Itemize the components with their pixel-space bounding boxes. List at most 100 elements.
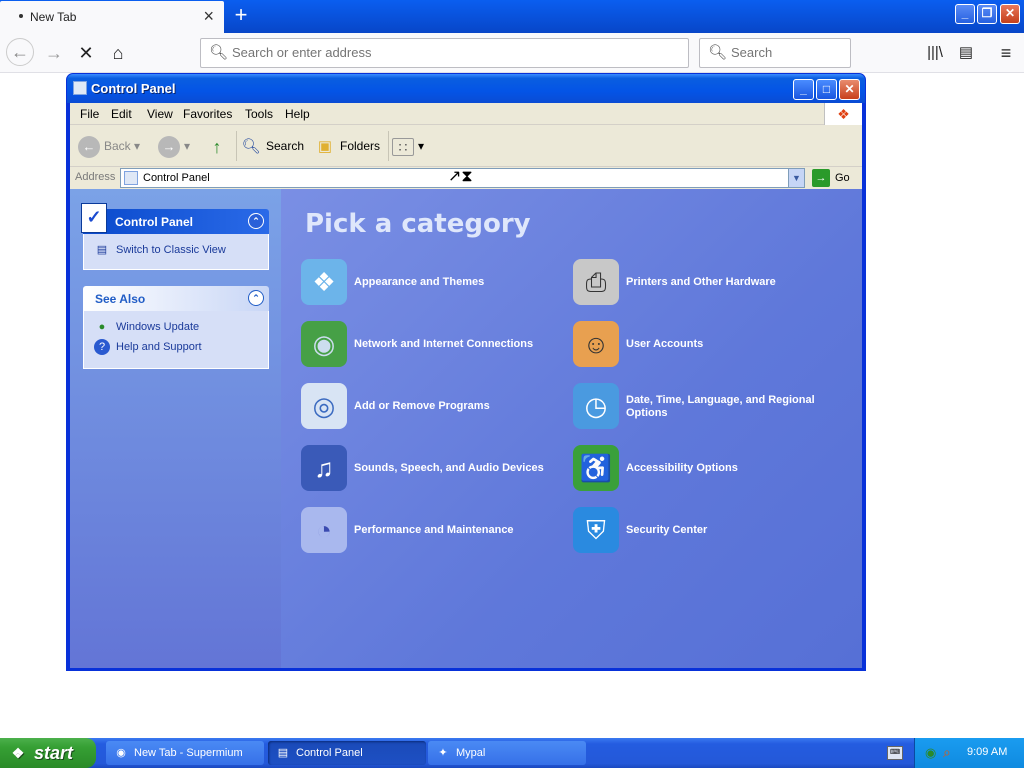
back-icon[interactable]: ← bbox=[6, 38, 34, 66]
start-label: start bbox=[34, 743, 74, 763]
taskbar-item-control-panel[interactable]: ▤ Control Panel bbox=[268, 741, 426, 765]
system-tray: ⌨ ◉ ⌕ 9:09 AM bbox=[887, 738, 1024, 768]
toolbar-views-button[interactable]: ∷ ▾ bbox=[392, 134, 424, 158]
search-input[interactable] bbox=[731, 45, 841, 60]
control-panel-icon: ▤ bbox=[277, 747, 289, 759]
search-bar[interactable]: 🔍︎ bbox=[699, 38, 851, 68]
category-add-remove-programs[interactable]: ◎ Add or Remove Programs bbox=[301, 383, 571, 433]
sidebar-icon[interactable]: ▤ bbox=[952, 40, 980, 66]
window-titlebar[interactable]: Control Panel _ □ ✕ bbox=[67, 74, 865, 103]
menu-favorites[interactable]: Favorites bbox=[183, 107, 232, 121]
go-button[interactable]: → Go bbox=[812, 168, 858, 188]
start-button[interactable]: ❖ start bbox=[0, 738, 96, 768]
category-label: Add or Remove Programs bbox=[354, 400, 490, 412]
toolbar-back-button[interactable]: ← Back ▾ bbox=[78, 134, 140, 158]
chevron-down-icon[interactable]: ▼ bbox=[788, 169, 804, 187]
windows-update-link[interactable]: ● Windows Update bbox=[94, 319, 258, 339]
task-label: Control Panel bbox=[296, 747, 363, 759]
stop-icon[interactable]: ✕ bbox=[72, 40, 100, 66]
category-appearance-themes[interactable]: ❖ Appearance and Themes bbox=[301, 259, 571, 309]
taskbar-item-new-tab[interactable]: ◉ New Tab - Supermium bbox=[106, 741, 264, 765]
task-label: Mypal bbox=[456, 747, 486, 759]
category-network-internet[interactable]: ◉ Network and Internet Connections bbox=[301, 321, 571, 371]
search-icon: 🔍︎ bbox=[209, 44, 229, 61]
maximize-button[interactable]: □ bbox=[816, 79, 837, 100]
category-sounds-speech-audio[interactable]: ♫ Sounds, Speech, and Audio Devices bbox=[301, 445, 571, 495]
appearance-icon: ❖ bbox=[301, 259, 347, 305]
category-printers-hardware[interactable]: ⎙ Printers and Other Hardware bbox=[573, 259, 843, 309]
add-remove-icon: ◎ bbox=[301, 383, 347, 429]
tab-new-tab[interactable]: New Tab × bbox=[0, 1, 224, 33]
category-user-accounts[interactable]: ☺ User Accounts bbox=[573, 321, 843, 371]
keyboard-icon[interactable]: ⌨ bbox=[887, 746, 903, 760]
tab-close-icon[interactable]: × bbox=[203, 6, 214, 26]
category-date-time-language[interactable]: ◷ Date, Time, Language, and Regional Opt… bbox=[573, 383, 843, 433]
menu-bar: File Edit View Favorites Tools Help ❖ bbox=[70, 103, 862, 125]
classic-view-icon: ▤ bbox=[96, 244, 108, 256]
windows-flag-icon: ❖ bbox=[11, 745, 25, 761]
menu-edit[interactable]: Edit bbox=[111, 107, 132, 121]
category-security-center[interactable]: ⛨ Security Center bbox=[573, 507, 843, 557]
menu-tools[interactable]: Tools bbox=[245, 107, 273, 121]
task-label: New Tab - Supermium bbox=[134, 747, 243, 759]
hamburger-menu-icon[interactable]: ≡ bbox=[992, 40, 1020, 66]
browser-tab-strip: New Tab × + _ ❐ ✕ bbox=[0, 0, 1024, 33]
go-label: Go bbox=[835, 172, 850, 184]
menu-help[interactable]: Help bbox=[285, 107, 310, 121]
category-performance-maintenance[interactable]: ◔ Performance and Maintenance bbox=[301, 507, 571, 557]
back-arrow-icon: ← bbox=[78, 135, 100, 158]
control-panel-section: ✓ Control Panel ⌃ ▤ Switch to Classic Vi… bbox=[81, 203, 269, 270]
toolbar-separator bbox=[388, 131, 389, 161]
toolbar-folders-button[interactable]: ▣ Folders bbox=[314, 134, 380, 158]
back-label: Back bbox=[104, 139, 131, 153]
control-panel-check-icon: ✓ bbox=[81, 203, 107, 233]
browser-close-button[interactable]: ✕ bbox=[1000, 4, 1020, 24]
window-title: Control Panel bbox=[91, 81, 176, 96]
toolbar-separator bbox=[236, 131, 237, 161]
accessibility-icon: ♿ bbox=[573, 445, 619, 491]
toolbar-search-button[interactable]: 🔍︎ Search bbox=[240, 134, 304, 158]
toolbar-forward-button[interactable]: → ▾ bbox=[158, 134, 190, 158]
magnifier-icon: 🔍︎ bbox=[241, 137, 261, 155]
forward-arrow-icon: → bbox=[158, 135, 180, 158]
mypal-icon: ✦ bbox=[438, 747, 448, 759]
network-tray-icon[interactable]: ◉ bbox=[925, 745, 936, 761]
library-icon[interactable]: |||\ bbox=[921, 40, 949, 66]
section-body: ● Windows Update ? Help and Support bbox=[83, 311, 269, 369]
search-tray-icon[interactable]: ⌕ bbox=[943, 744, 951, 761]
close-button[interactable]: ✕ bbox=[839, 79, 860, 100]
search-label: Search bbox=[266, 139, 305, 153]
toolbar-up-button[interactable]: ↑ bbox=[206, 134, 232, 158]
help-and-support-link[interactable]: ? Help and Support bbox=[94, 339, 258, 359]
folder-icon: ▣ bbox=[317, 137, 333, 155]
date-time-icon: ◷ bbox=[573, 383, 619, 429]
menu-view[interactable]: View bbox=[147, 107, 173, 121]
browser-minimize-button[interactable]: _ bbox=[955, 4, 975, 24]
switch-classic-view-link[interactable]: ▤ Switch to Classic View bbox=[94, 242, 258, 262]
loading-dot-icon bbox=[19, 14, 23, 18]
new-tab-button[interactable]: + bbox=[229, 3, 253, 29]
collapse-chevron-icon[interactable]: ⌃ bbox=[248, 213, 264, 229]
control-panel-icon bbox=[124, 171, 138, 185]
taskbar-item-mypal[interactable]: ✦ Mypal bbox=[428, 741, 586, 765]
category-accessibility[interactable]: ♿ Accessibility Options bbox=[573, 445, 843, 495]
home-icon[interactable]: ⌂ bbox=[104, 40, 132, 66]
performance-icon: ◔ bbox=[301, 507, 347, 553]
section-body: ▤ Switch to Classic View bbox=[83, 234, 269, 270]
collapse-chevron-icon[interactable]: ⌃ bbox=[248, 290, 264, 306]
control-panel-icon bbox=[73, 81, 87, 95]
url-input[interactable] bbox=[232, 45, 672, 60]
url-bar[interactable]: 🔍︎ bbox=[200, 38, 689, 68]
browser-icon: ◉ bbox=[116, 747, 126, 759]
clock[interactable]: 9:09 AM bbox=[967, 746, 1007, 758]
browser-restore-button[interactable]: ❐ bbox=[977, 4, 997, 24]
minimize-button[interactable]: _ bbox=[793, 79, 814, 100]
link-label: Help and Support bbox=[116, 341, 202, 353]
section-header[interactable]: See Also ⌃ bbox=[83, 286, 269, 311]
page-title: Pick a category bbox=[305, 209, 531, 239]
search-icon: 🔍︎ bbox=[708, 44, 728, 61]
users-icon: ☺ bbox=[573, 321, 619, 367]
menu-file[interactable]: File bbox=[80, 107, 99, 121]
forward-icon[interactable]: → bbox=[40, 40, 68, 66]
section-header[interactable]: ✓ Control Panel ⌃ bbox=[81, 203, 269, 234]
